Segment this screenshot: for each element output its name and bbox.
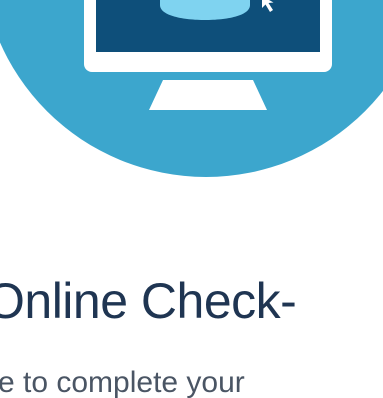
checkin-page: Online Check- re to complete your — [0, 0, 383, 398]
page-subtitle: re to complete your — [0, 366, 245, 398]
monitor-stand — [149, 80, 267, 110]
monitor-icon — [0, 0, 383, 177]
page-title: Online Check- — [0, 273, 297, 329]
